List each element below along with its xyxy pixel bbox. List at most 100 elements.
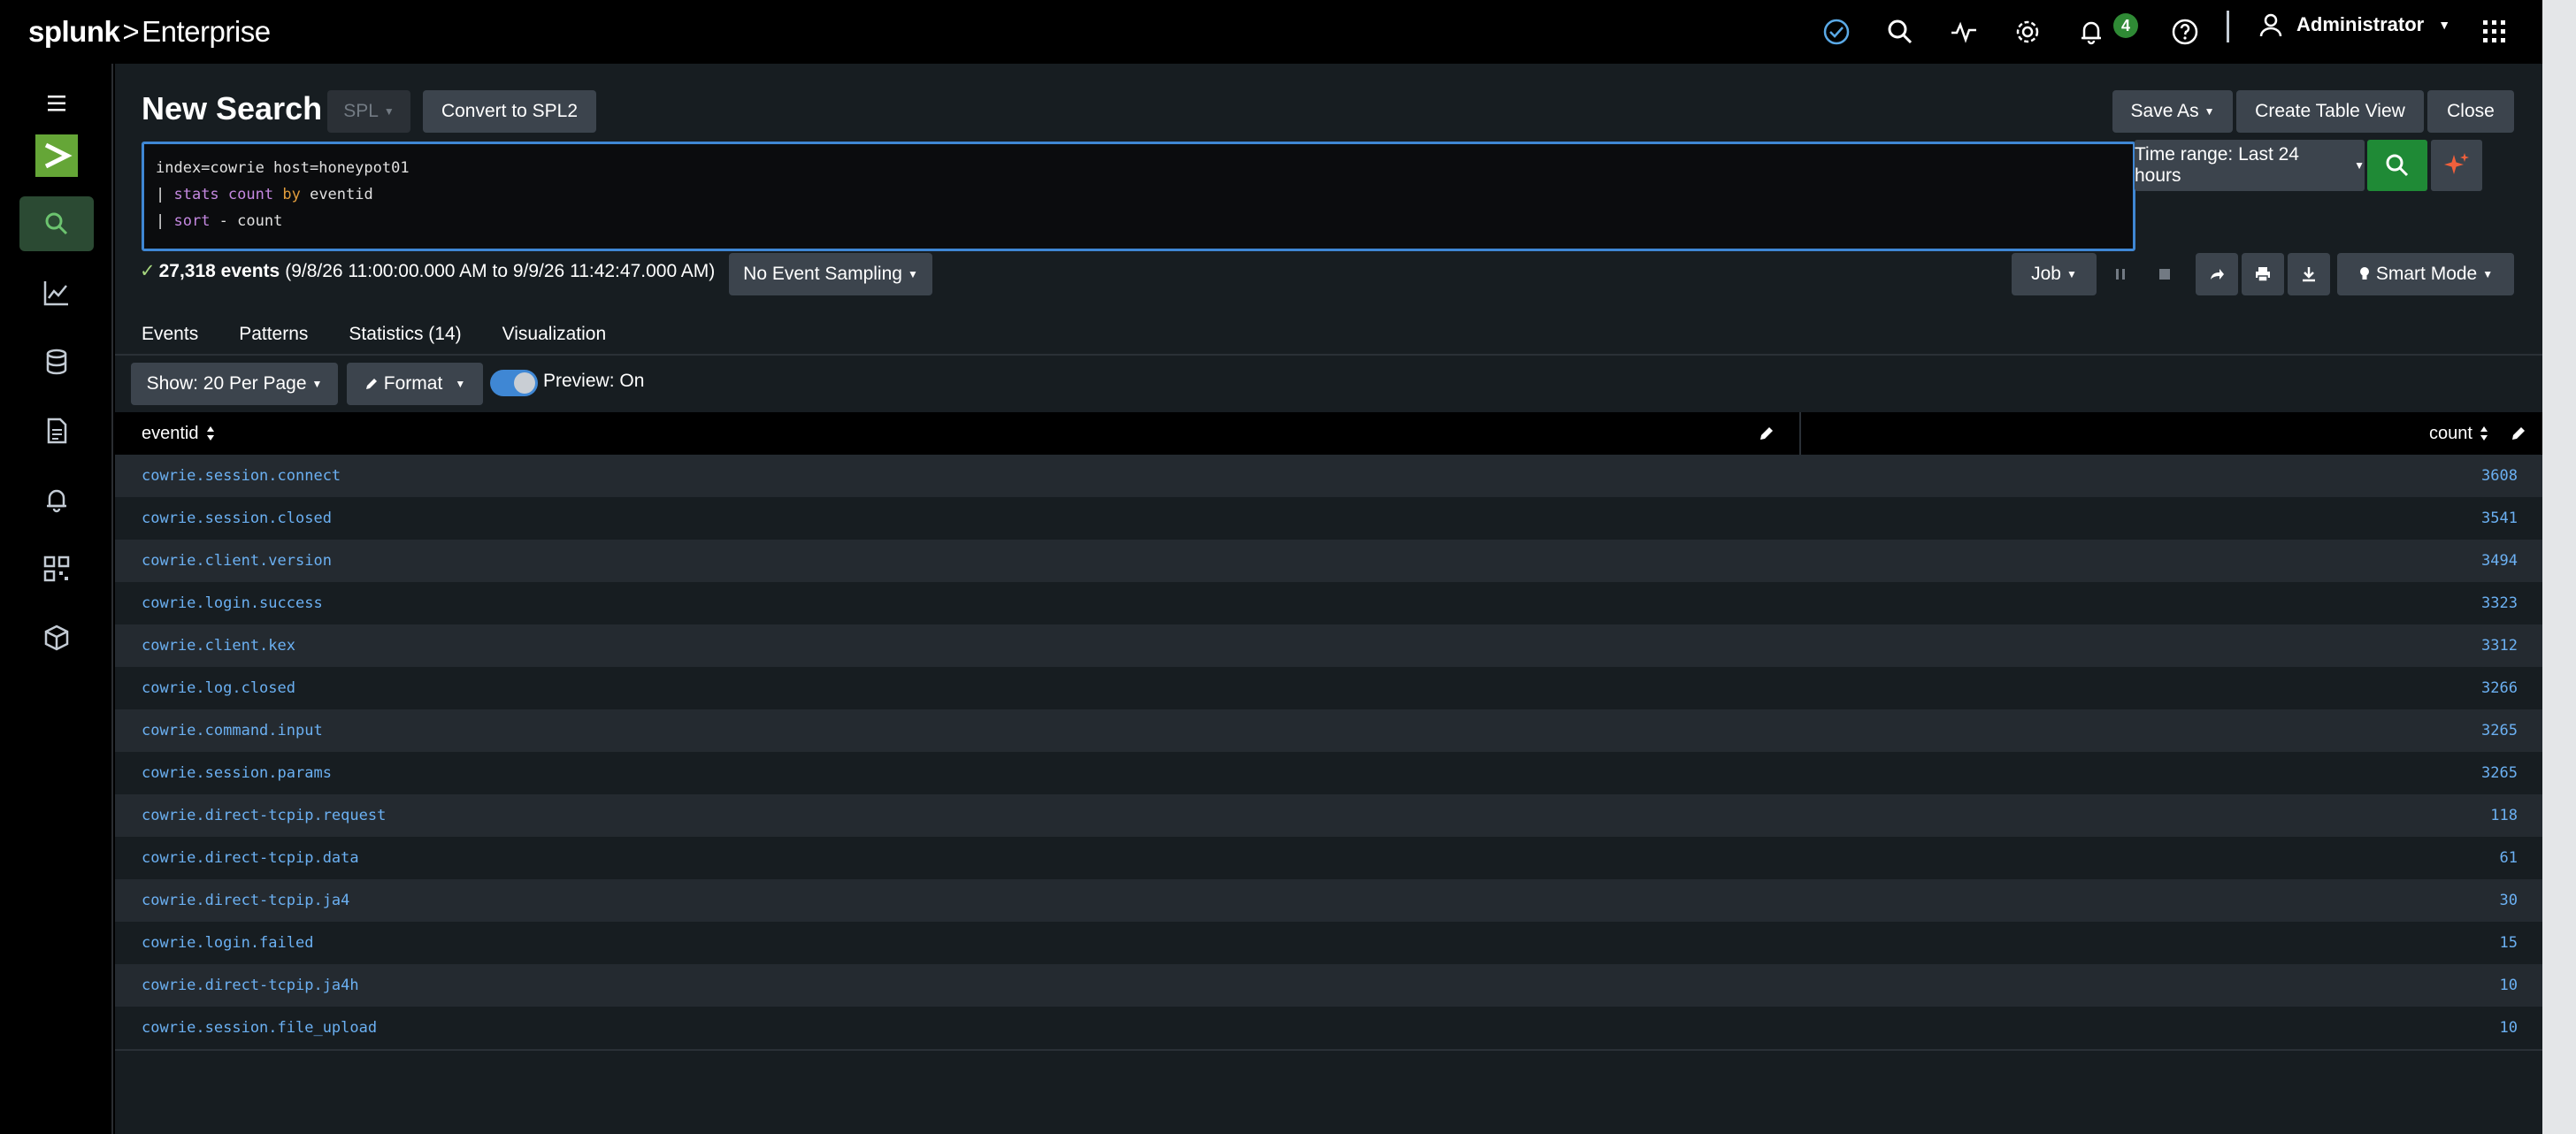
eventid-cell[interactable]: cowrie.client.version (142, 540, 332, 582)
count-cell[interactable]: 3541 (2481, 497, 2518, 540)
apps-grid-icon[interactable] (2473, 11, 2516, 53)
eventid-cell[interactable]: cowrie.direct-tcpip.request (142, 794, 386, 837)
table-row: cowrie.log.closed 3266 (115, 667, 2542, 709)
tab-visualization[interactable]: Visualization (502, 317, 607, 370)
tab-statistics[interactable]: Statistics (14) (349, 317, 462, 370)
eventid-cell[interactable]: cowrie.session.connect (142, 455, 341, 497)
count-cell[interactable]: 30 (2500, 879, 2518, 922)
export-button[interactable] (2288, 253, 2330, 295)
count-cell[interactable]: 10 (2500, 1007, 2518, 1049)
sort-icon (2480, 425, 2488, 441)
save-as-button[interactable]: Save As ▼ (2112, 90, 2233, 133)
table-header: eventid count (115, 412, 2542, 455)
ai-assist-button[interactable] (2431, 140, 2482, 191)
count-cell[interactable]: 3608 (2481, 455, 2518, 497)
search-icon (42, 210, 71, 238)
search-mode-dropdown[interactable]: Smart Mode ▼ (2337, 253, 2514, 295)
count-cell[interactable]: 3265 (2481, 709, 2518, 752)
chevron-down-icon: ▼ (2354, 159, 2365, 172)
print-icon (2254, 265, 2272, 283)
column-header-count[interactable]: count (2429, 412, 2488, 455)
spl-label: SPL (343, 101, 379, 121)
eventid-cell[interactable]: cowrie.log.closed (142, 667, 295, 709)
nav-reports[interactable] (19, 403, 94, 458)
user-menu[interactable]: Administrator ▼ (2258, 9, 2450, 41)
count-cell[interactable]: 3312 (2481, 624, 2518, 667)
tab-divider (115, 354, 2542, 356)
column-divider (1799, 412, 1801, 455)
tab-events[interactable]: Events (142, 317, 198, 370)
query-line-1: index=cowrie host=honeypot01 (156, 159, 410, 177)
table-row: cowrie.session.file_upload 10 (115, 1007, 2542, 1049)
count-cell[interactable]: 3323 (2481, 582, 2518, 624)
eventid-cell[interactable]: cowrie.direct-tcpip.ja4 (142, 879, 349, 922)
pencil-icon (1759, 425, 1775, 441)
eventid-cell[interactable]: cowrie.session.params (142, 752, 332, 794)
lightbulb-icon (2358, 266, 2371, 282)
table-row: cowrie.direct-tcpip.request 118 (115, 794, 2542, 837)
count-cell[interactable]: 3266 (2481, 667, 2518, 709)
sampling-label: No Event Sampling (743, 264, 902, 284)
nav-apps[interactable] (19, 541, 94, 596)
column-header-eventid[interactable]: eventid (142, 412, 215, 455)
search-icon[interactable] (1879, 11, 1921, 53)
package-icon (42, 624, 71, 652)
preview-toggle[interactable] (490, 370, 538, 396)
nav-dashboards[interactable] (19, 265, 94, 320)
table-row: cowrie.command.input 3265 (115, 709, 2542, 752)
table-row: cowrie.session.params 3265 (115, 752, 2542, 794)
nav-alerts[interactable] (19, 472, 94, 527)
nav-datasets[interactable] (19, 334, 94, 389)
event-count: 27,318 events (158, 260, 280, 281)
eventid-cell[interactable]: cowrie.login.success (142, 582, 323, 624)
eventid-cell[interactable]: cowrie.command.input (142, 709, 323, 752)
edit-column-eventid[interactable] (1759, 412, 1775, 455)
splunk-brand[interactable]: splunk > Enterprise (28, 9, 271, 55)
eventid-cell[interactable]: cowrie.direct-tcpip.data (142, 837, 359, 879)
count-cell[interactable]: 3265 (2481, 752, 2518, 794)
close-button[interactable]: Close (2427, 90, 2514, 133)
run-search-button[interactable] (2367, 140, 2427, 191)
count-cell[interactable]: 10 (2500, 964, 2518, 1007)
nav-search[interactable] (19, 196, 94, 251)
job-menu-button[interactable]: Job ▼ (2012, 253, 2097, 295)
query-line-2: | stats count by eventid (156, 186, 373, 203)
nav-packages[interactable] (19, 610, 94, 665)
menu-icon[interactable] (19, 76, 94, 131)
pause-button[interactable] (2100, 253, 2141, 295)
event-sampling-dropdown[interactable]: No Event Sampling ▼ (729, 253, 932, 295)
stop-button[interactable] (2144, 253, 2185, 295)
eventid-cell[interactable]: cowrie.session.file_upload (142, 1007, 377, 1049)
count-cell[interactable]: 118 (2490, 794, 2518, 837)
count-cell[interactable]: 61 (2500, 837, 2518, 879)
format-dropdown[interactable]: Format ▼ (347, 363, 483, 405)
check-circle-icon[interactable] (1815, 11, 1858, 53)
apps-icon (42, 555, 71, 583)
bell-icon[interactable] (2070, 11, 2112, 53)
print-button[interactable] (2242, 253, 2284, 295)
brand-name: splunk (28, 15, 120, 48)
count-cell[interactable]: 3494 (2481, 540, 2518, 582)
splunk-logo[interactable] (35, 134, 78, 177)
edit-column-count[interactable] (2511, 412, 2526, 455)
eventid-cell[interactable]: cowrie.session.closed (142, 497, 332, 540)
pencil-icon (2511, 425, 2526, 441)
share-button[interactable] (2196, 253, 2238, 295)
count-cell[interactable]: 15 (2500, 922, 2518, 964)
convert-to-spl2-button[interactable]: Convert to SPL2 (423, 90, 596, 133)
table-row: cowrie.session.closed 3541 (115, 497, 2542, 540)
help-icon[interactable] (2164, 11, 2206, 53)
spl-dropdown[interactable]: SPL ▼ (327, 90, 410, 133)
gear-icon[interactable] (2006, 11, 2049, 53)
eventid-cell[interactable]: cowrie.login.failed (142, 922, 313, 964)
per-page-dropdown[interactable]: Show: 20 Per Page ▼ (131, 363, 338, 405)
search-query-input[interactable]: index=cowrie host=honeypot01 | stats cou… (142, 142, 2135, 251)
tab-patterns[interactable]: Patterns (239, 317, 308, 370)
page-title: New Search (142, 90, 323, 126)
create-table-view-button[interactable]: Create Table View (2236, 90, 2424, 133)
time-range-picker[interactable]: Time range: Last 24 hours ▼ (2135, 140, 2365, 191)
eventid-cell[interactable]: cowrie.client.kex (142, 624, 295, 667)
eventid-cell[interactable]: cowrie.direct-tcpip.ja4h (142, 964, 359, 1007)
chevron-down-icon: ▼ (311, 378, 323, 390)
activity-icon[interactable] (1943, 11, 1985, 53)
